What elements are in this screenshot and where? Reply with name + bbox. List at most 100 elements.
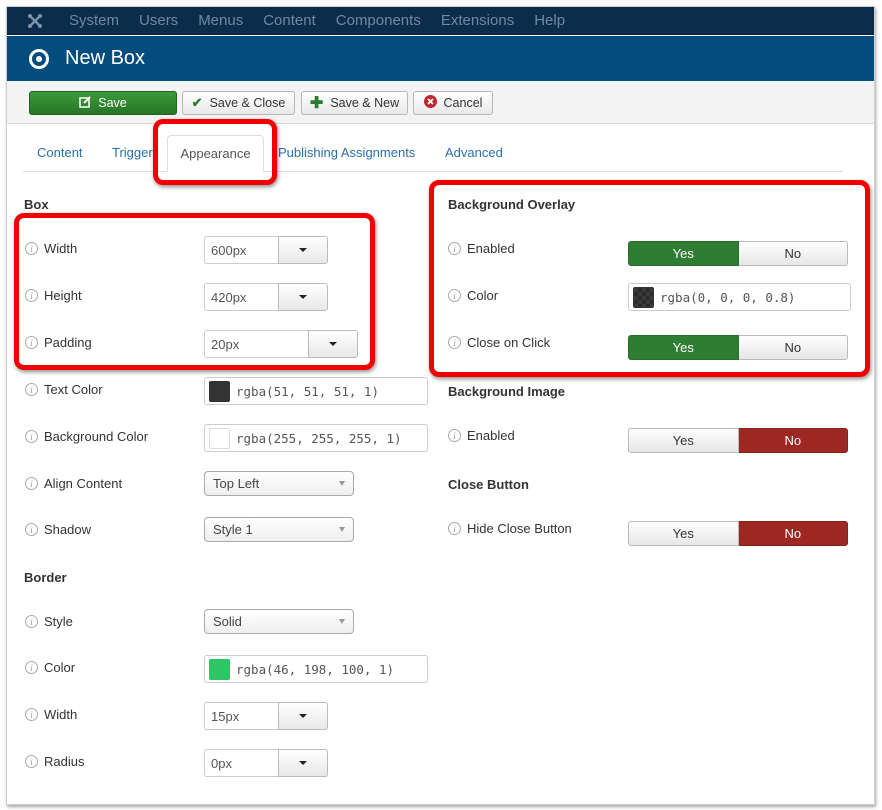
info-icon[interactable]: i xyxy=(448,522,461,535)
menu-components[interactable]: Components xyxy=(336,12,421,29)
border-color-input[interactable]: rgba(46, 198, 100, 1) xyxy=(204,655,428,683)
info-icon[interactable]: i xyxy=(25,383,38,396)
info-icon[interactable]: i xyxy=(25,523,38,536)
color-swatch[interactable] xyxy=(209,658,230,680)
menu-menus[interactable]: Menus xyxy=(198,12,243,29)
text-color-input[interactable]: rgba(51, 51, 51, 1) xyxy=(204,377,428,405)
overlay-color-input[interactable]: rgba(0, 0, 0, 0.8) xyxy=(628,283,851,311)
overlay-enabled-toggle: Yes No xyxy=(628,241,848,266)
tab-trigger[interactable]: Trigger xyxy=(112,145,153,160)
padding-value[interactable]: 20px xyxy=(204,330,308,358)
info-icon[interactable]: i xyxy=(448,429,461,442)
checkmark-icon: ✔ xyxy=(191,95,203,110)
box-section-title: Box xyxy=(24,197,49,212)
caret-down-icon xyxy=(299,295,307,299)
close-on-click-label: i Close on Click xyxy=(448,335,550,350)
tab-bar: Content Trigger Appearance Publishing As… xyxy=(23,135,843,172)
color-swatch[interactable] xyxy=(209,427,230,449)
info-icon[interactable]: i xyxy=(25,430,38,443)
overlay-enabled-yes[interactable]: Yes xyxy=(628,241,739,266)
edit-icon xyxy=(79,95,91,111)
background-color-label: i Background Color xyxy=(25,429,148,444)
bg-image-enabled-no[interactable]: No xyxy=(738,428,848,453)
info-icon[interactable]: i xyxy=(25,615,38,628)
joomla-logo-icon[interactable] xyxy=(15,13,55,29)
overlay-enabled-no[interactable]: No xyxy=(738,241,848,266)
bg-image-enabled-label: i Enabled xyxy=(448,428,515,443)
info-icon[interactable]: i xyxy=(25,289,38,302)
tab-advanced[interactable]: Advanced xyxy=(445,145,503,160)
width-value[interactable]: 600px xyxy=(204,236,278,264)
toolbar: Save ✔ Save & Close ✚ Save & New Cancel xyxy=(7,81,874,124)
title-bar: New Box xyxy=(7,36,874,81)
dropdown-arrow-icon xyxy=(339,619,345,624)
border-color-label: i Color xyxy=(25,660,75,675)
background-overlay-section-title: Background Overlay xyxy=(448,197,576,212)
width-label: i Width xyxy=(25,241,77,256)
page-title: New Box xyxy=(65,47,146,69)
info-icon[interactable]: i xyxy=(25,755,38,768)
close-on-click-yes[interactable]: Yes xyxy=(628,335,739,360)
info-icon[interactable]: i xyxy=(25,477,38,490)
overlay-enabled-label: i Enabled xyxy=(448,241,515,256)
info-icon[interactable]: i xyxy=(25,336,38,349)
hide-close-button-toggle: Yes No xyxy=(628,521,848,546)
width-unit-dropdown[interactable] xyxy=(278,236,328,264)
dropdown-arrow-icon xyxy=(339,481,345,486)
info-icon[interactable]: i xyxy=(25,661,38,674)
border-width-unit-dropdown[interactable] xyxy=(278,702,328,730)
info-icon[interactable]: i xyxy=(448,289,461,302)
tab-content[interactable]: Content xyxy=(37,145,83,160)
cancel-button[interactable]: Cancel xyxy=(413,91,493,115)
shadow-label: i Shadow xyxy=(25,522,91,537)
hide-close-button-label: i Hide Close Button xyxy=(448,521,572,536)
background-image-section-title: Background Image xyxy=(448,384,566,399)
height-value[interactable]: 420px xyxy=(204,283,278,311)
color-swatch[interactable] xyxy=(209,380,230,402)
bg-image-enabled-yes[interactable]: Yes xyxy=(628,428,739,453)
tab-appearance[interactable]: Appearance xyxy=(167,135,264,172)
menu-help[interactable]: Help xyxy=(534,12,565,29)
menu-extensions[interactable]: Extensions xyxy=(441,12,514,29)
target-circle-icon xyxy=(29,48,49,69)
border-width-value[interactable]: 15px xyxy=(204,702,278,730)
shadow-select[interactable]: Style 1 xyxy=(204,517,354,542)
border-width-input[interactable]: 15px xyxy=(204,702,328,730)
save-new-button[interactable]: ✚ Save & New xyxy=(301,91,408,115)
info-icon[interactable]: i xyxy=(448,242,461,255)
save-close-label: Save & Close xyxy=(209,96,286,110)
border-style-select[interactable]: Solid xyxy=(204,609,354,634)
tab-publishing-assignments[interactable]: Publishing Assignments xyxy=(278,145,415,160)
info-icon[interactable]: i xyxy=(25,242,38,255)
close-on-click-no[interactable]: No xyxy=(738,335,848,360)
menu-content[interactable]: Content xyxy=(263,12,316,29)
info-icon[interactable]: i xyxy=(25,708,38,721)
caret-down-icon xyxy=(299,761,307,765)
hide-close-button-no[interactable]: No xyxy=(738,521,848,546)
border-radius-input[interactable]: 0px xyxy=(204,749,328,777)
info-icon[interactable]: i xyxy=(448,336,461,349)
padding-unit-dropdown[interactable] xyxy=(308,330,358,358)
menu-system[interactable]: System xyxy=(69,12,119,29)
height-input[interactable]: 420px xyxy=(204,283,328,311)
cancel-label: Cancel xyxy=(443,96,483,110)
height-unit-dropdown[interactable] xyxy=(278,283,328,311)
save-button[interactable]: Save xyxy=(29,91,177,115)
align-content-select[interactable]: Top Left xyxy=(204,471,354,496)
align-content-label: i Align Content xyxy=(25,476,122,491)
border-radius-label: i Radius xyxy=(25,754,84,769)
close-on-click-toggle: Yes No xyxy=(628,335,848,360)
border-radius-value[interactable]: 0px xyxy=(204,749,278,777)
border-width-label: i Width xyxy=(25,707,77,722)
menu-users[interactable]: Users xyxy=(139,12,178,29)
padding-label: i Padding xyxy=(25,335,92,350)
dropdown-arrow-icon xyxy=(339,527,345,532)
background-color-input[interactable]: rgba(255, 255, 255, 1) xyxy=(204,424,428,452)
hide-close-button-yes[interactable]: Yes xyxy=(628,521,739,546)
bg-image-enabled-toggle: Yes No xyxy=(628,428,848,453)
save-close-button[interactable]: ✔ Save & Close xyxy=(182,91,295,115)
padding-input[interactable]: 20px xyxy=(204,330,358,358)
color-swatch[interactable] xyxy=(633,286,654,308)
border-radius-unit-dropdown[interactable] xyxy=(278,749,328,777)
width-input[interactable]: 600px xyxy=(204,236,328,264)
